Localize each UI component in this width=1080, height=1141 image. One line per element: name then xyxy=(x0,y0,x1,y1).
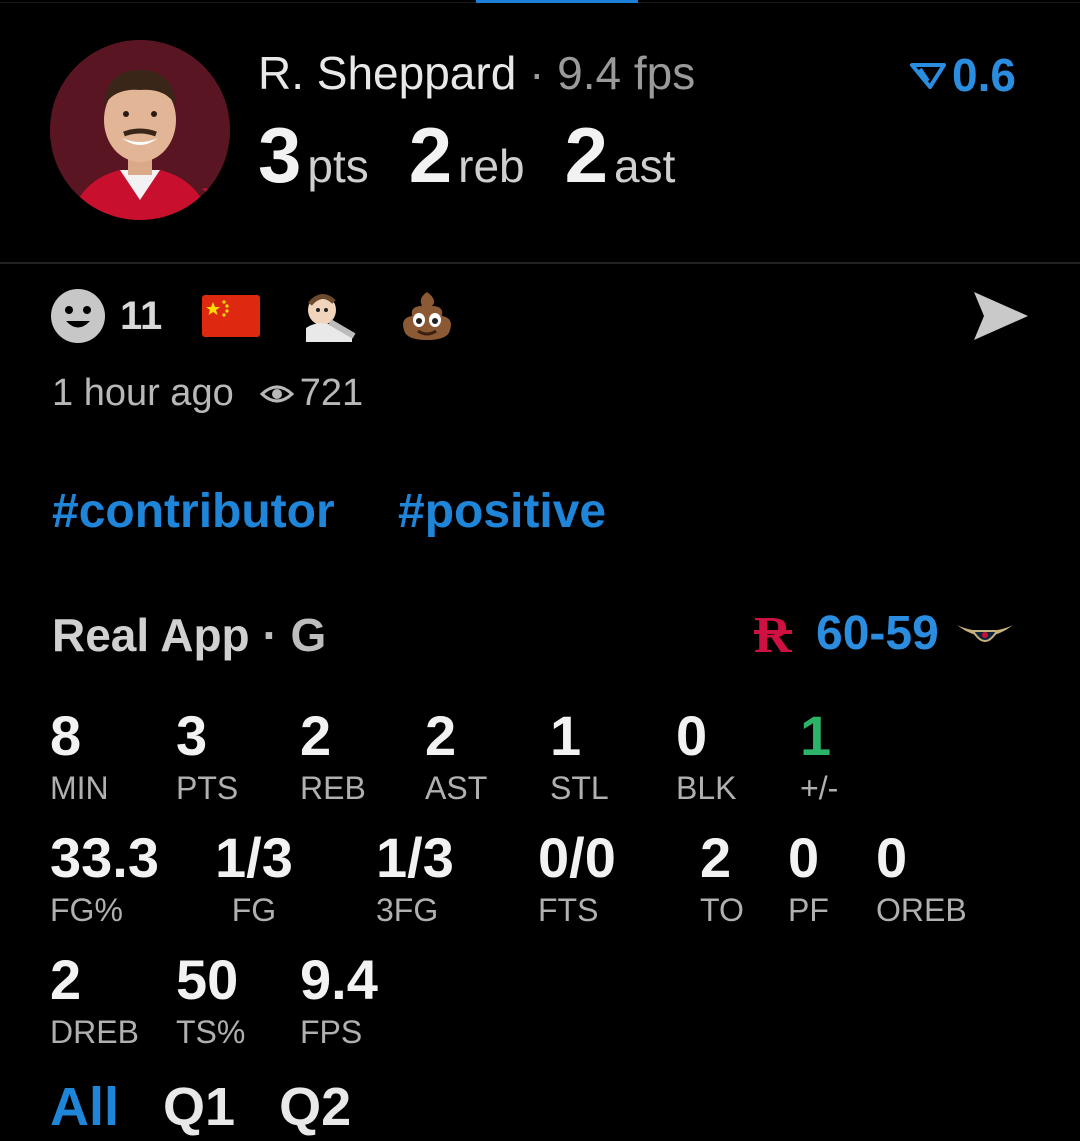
stat-label: OREB xyxy=(876,892,967,928)
post-meta: 1 hour ago 721 xyxy=(52,372,363,415)
stat-ast: 2 AST xyxy=(425,708,487,807)
smiley-react-icon[interactable] xyxy=(50,288,106,344)
rating-arrow-icon xyxy=(910,63,946,89)
stat-label: BLK xyxy=(676,770,737,806)
stat-label: MIN xyxy=(50,770,109,806)
stat-value: 1/3 xyxy=(376,826,454,889)
player-avatar[interactable]: R xyxy=(50,40,230,220)
send-icon[interactable] xyxy=(970,288,1030,344)
player-position: G xyxy=(290,609,327,661)
stat-label: DREB xyxy=(50,1014,139,1050)
stat-reb: 2 REB xyxy=(300,708,366,807)
peter-griffin-sticker-icon[interactable] xyxy=(300,288,358,344)
stat-label: AST xyxy=(425,770,488,806)
stat-value: 1 xyxy=(800,704,832,767)
stat-value: 1 xyxy=(550,704,582,767)
game-score[interactable]: R 60-59 xyxy=(752,606,1015,661)
stat-value: 2 xyxy=(300,704,332,767)
stat-value: 2 xyxy=(425,704,457,767)
stat-min: 8 MIN xyxy=(50,708,109,807)
tab-q1[interactable]: Q1 xyxy=(163,1076,235,1138)
hashtag-positive[interactable]: #positive xyxy=(398,485,606,538)
stat-to: 2 TO xyxy=(700,830,744,929)
stat-label: PTS xyxy=(176,770,239,806)
poop-icon[interactable] xyxy=(398,288,456,344)
stat-label: FG xyxy=(231,892,277,928)
stat-3fg: 1/3 3FG xyxy=(376,830,454,929)
headline-pts: 3 xyxy=(258,111,302,199)
stat-value: 3 xyxy=(176,704,208,767)
headline-reb: 2 xyxy=(408,111,453,199)
post-time: 1 hour ago xyxy=(52,372,234,414)
stat-value: 2 xyxy=(50,948,82,1011)
view-count-group: 721 xyxy=(259,372,364,415)
stat-value: 50 xyxy=(176,948,239,1011)
eye-icon xyxy=(259,385,294,402)
stat-value: 9.4 xyxy=(300,948,378,1011)
stat-value: 8 xyxy=(50,704,82,767)
stat-fps: 9.4 FPS xyxy=(300,952,378,1051)
stat-label: STL xyxy=(550,770,609,806)
svg-text:R: R xyxy=(202,182,224,215)
stat-label: 3FG xyxy=(376,892,439,928)
stat-stl: 1 STL xyxy=(550,708,609,807)
stat-pf: 0 PF xyxy=(788,830,829,929)
headline-pts-unit: pts xyxy=(307,140,369,192)
stat-label: TO xyxy=(700,892,744,928)
game-source-line: Real App · G xyxy=(52,608,326,662)
player-name[interactable]: R. Sheppard xyxy=(258,47,516,99)
reaction-count: 11 xyxy=(120,293,163,338)
stat-value: 33.3 xyxy=(50,826,159,889)
stat-fg-pct: 33.3 FG% xyxy=(50,830,159,929)
hashtag-contributor[interactable]: #contributor xyxy=(52,485,335,538)
headline-ast: 2 xyxy=(564,111,609,199)
player-headshot-icon: R xyxy=(50,40,230,220)
stat-fg: 1/3 FG xyxy=(215,830,293,929)
stat-label: FPS xyxy=(300,1014,363,1050)
rating-badge[interactable]: 0.6 xyxy=(910,48,1016,102)
reactions-bar: 11 xyxy=(50,288,496,344)
hashtags: #contributor #positive xyxy=(52,484,656,539)
stats-source: Real App xyxy=(52,609,250,661)
headline-reb-unit: reb xyxy=(458,140,525,192)
name-separator: · xyxy=(529,47,545,99)
stat-label: REB xyxy=(300,770,366,806)
view-count: 721 xyxy=(299,372,364,414)
stat-fts: 0/0 FTS xyxy=(538,830,616,929)
headline-ast-unit: ast xyxy=(614,140,676,192)
stat-blk: 0 BLK xyxy=(676,708,736,807)
source-separator: · xyxy=(262,609,278,661)
stat-value: 0 xyxy=(676,704,708,767)
stat-value: 0/0 xyxy=(538,826,616,889)
rating-value: 0.6 xyxy=(952,49,1016,101)
stat-ts-pct: 50 TS% xyxy=(176,952,245,1051)
stat-label: TS% xyxy=(176,1014,246,1050)
stat-value: 0 xyxy=(788,826,820,889)
rockets-logo-icon: R xyxy=(754,608,793,660)
stat-pts: 3 PTS xyxy=(176,708,238,807)
stat-value: 2 xyxy=(700,826,732,889)
player-fps: 9.4 fps xyxy=(557,47,696,99)
player-name-line: R. Sheppard · 9.4 fps xyxy=(258,46,695,100)
section-divider xyxy=(0,262,1080,264)
stat-dreb: 2 DREB xyxy=(50,952,139,1051)
tab-all[interactable]: All xyxy=(50,1076,119,1138)
china-flag-icon[interactable] xyxy=(202,295,261,337)
stat-plus-minus: 1 +/- xyxy=(800,708,838,807)
tab-q2[interactable]: Q2 xyxy=(279,1076,351,1138)
headline-stats: 3 pts 2 reb 2 ast xyxy=(258,110,715,201)
stat-value: 0 xyxy=(876,826,908,889)
pelicans-logo-icon xyxy=(956,624,1013,642)
stat-label: PF xyxy=(788,892,829,928)
stat-value: 1/3 xyxy=(215,826,293,889)
score-value: 60-59 xyxy=(816,607,939,660)
stat-label: FG% xyxy=(50,892,123,928)
stat-label: FTS xyxy=(538,892,599,928)
stat-label: +/- xyxy=(800,770,839,806)
tab-indicator xyxy=(476,0,638,3)
period-tabs: All Q1 Q2 xyxy=(50,1076,395,1138)
stat-oreb: 0 OREB xyxy=(876,830,967,929)
